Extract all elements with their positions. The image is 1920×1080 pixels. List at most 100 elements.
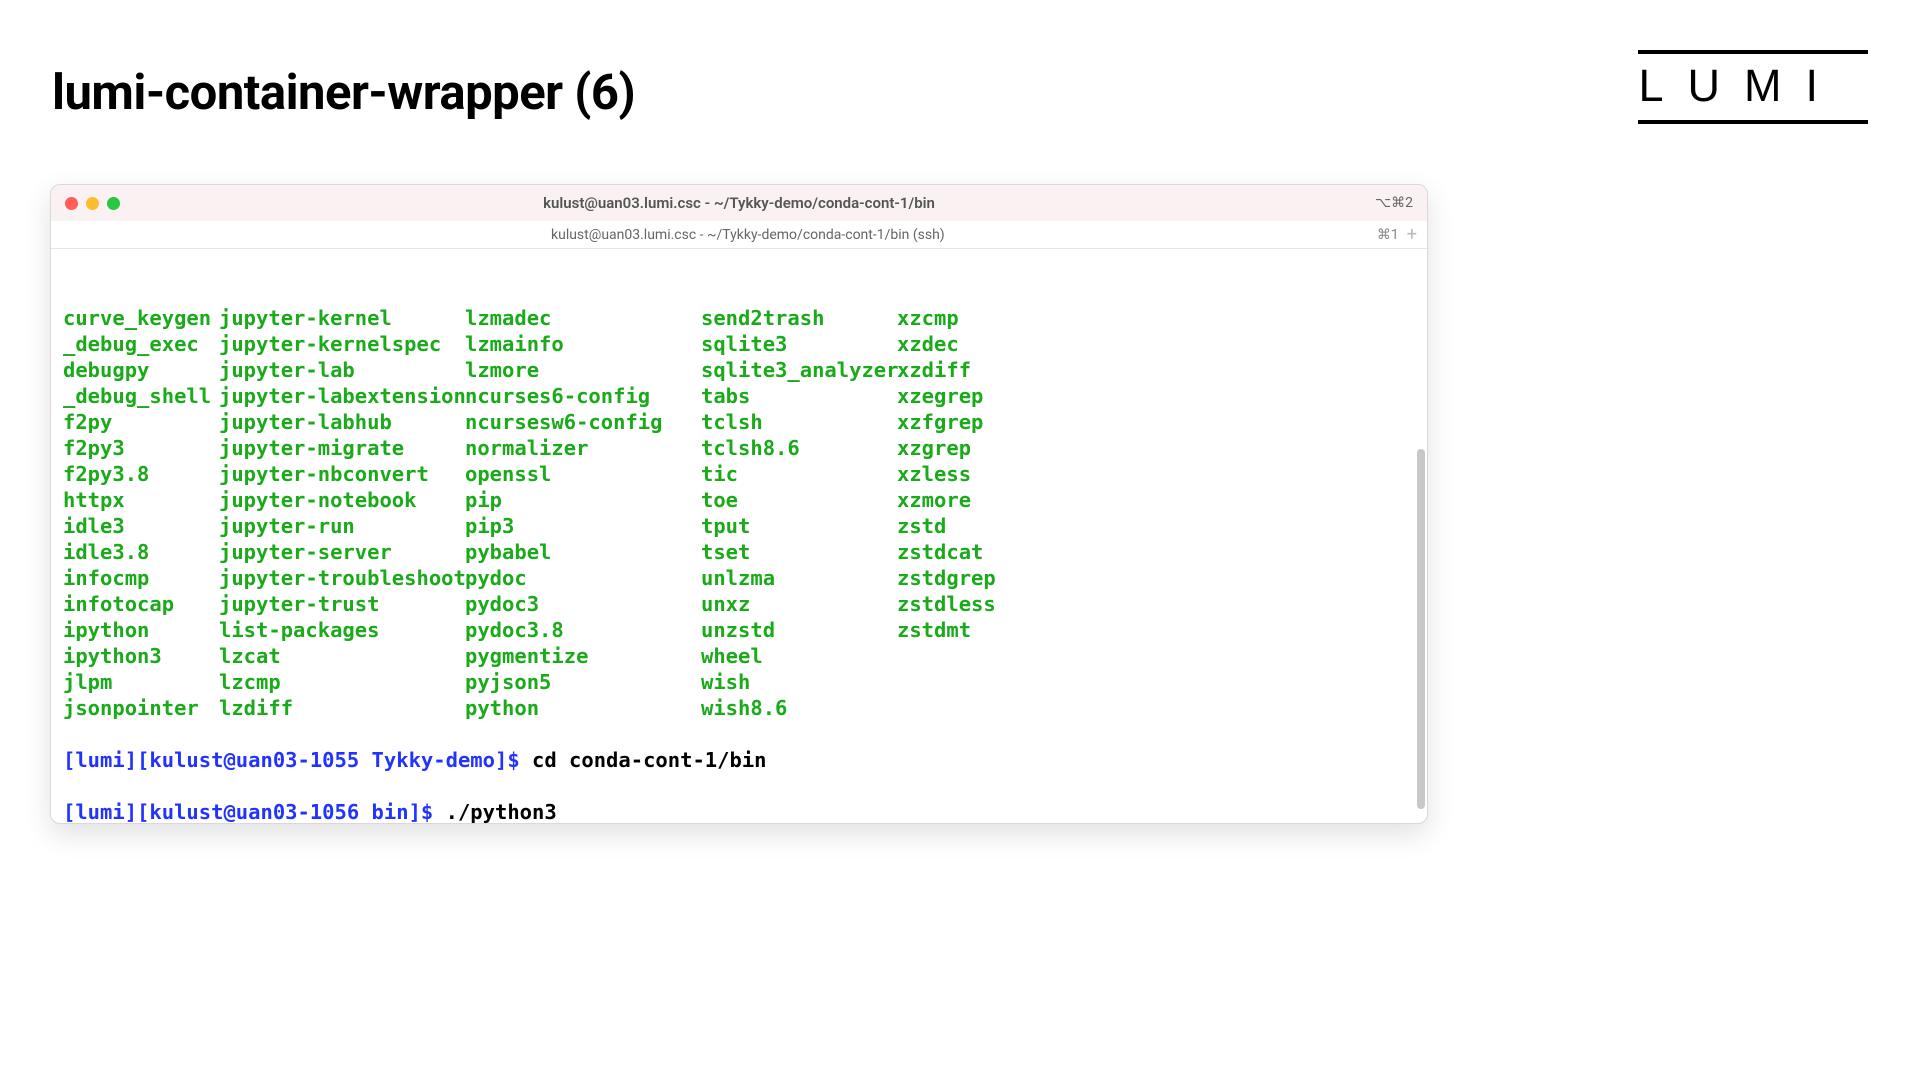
executable-name: jupyter-troubleshoot [219,565,465,591]
executable-name: python [465,695,701,721]
scrollbar[interactable] [1417,449,1425,809]
close-icon[interactable] [65,197,78,210]
executable-name: tabs [701,383,897,409]
executable-name: pip [465,487,701,513]
executable-name: jupyter-kernel [219,305,465,331]
executable-name: jupyter-kernelspec [219,331,465,357]
tab-label: kulust@uan03.lumi.csc - ~/Tykky-demo/con… [551,227,945,243]
executable-name: jsonpointer [63,695,219,721]
executable-name: pydoc [465,565,701,591]
shell-prompt: [lumi][kulust@uan03-1056 bin]$ [63,800,446,823]
executable-name: jupyter-labextension [219,383,465,409]
shell-command: cd conda-cont-1/bin [532,748,767,772]
executable-name: zstd [897,513,1067,539]
window-titlebar: kulust@uan03.lumi.csc - ~/Tykky-demo/con… [51,185,1427,221]
executable-name: normalizer [465,435,701,461]
executable-name: xzdiff [897,357,1067,383]
executable-name: zstdmt [897,617,1067,643]
executable-name: tclsh8.6 [701,435,897,461]
executable-name: xzegrep [897,383,1067,409]
executable-name: lzmore [465,357,701,383]
executable-name: jupyter-lab [219,357,465,383]
executable-name: xzgrep [897,435,1067,461]
executable-name: curve_keygen [63,305,219,331]
lumi-logo: LUMI [1638,60,1842,112]
executable-name: f2py3.8 [63,461,219,487]
executable-name: ncursesw6-config [465,409,701,435]
page-title: lumi-container-wrapper (6) [52,64,635,121]
executable-name: f2py [63,409,219,435]
executable-name: tclsh [701,409,897,435]
terminal-content[interactable]: curve_keygen_debug_execdebugpy_debug_she… [51,249,1427,823]
executable-name: pybabel [465,539,701,565]
window-title: kulust@uan03.lumi.csc - ~/Tykky-demo/con… [51,194,1427,212]
terminal-window: kulust@uan03.lumi.csc - ~/Tykky-demo/con… [50,184,1428,824]
traffic-lights[interactable] [51,197,120,210]
executable-name: lzmadec [465,305,701,331]
ls-column: xzcmpxzdecxzdiffxzegrepxzfgrepxzgrepxzle… [897,305,1067,721]
executable-name: xzless [897,461,1067,487]
executable-name: pygmentize [465,643,701,669]
executable-name: lzcmp [219,669,465,695]
executable-name: ipython [63,617,219,643]
executable-name: wish8.6 [701,695,897,721]
tab-shortcut: ⌘1 [1377,227,1399,243]
executable-name: infotocap [63,591,219,617]
executable-name: pydoc3.8 [465,617,701,643]
executable-name: jupyter-run [219,513,465,539]
executable-name: _debug_shell [63,383,219,409]
executable-name: sqlite3 [701,331,897,357]
executable-name: pip3 [465,513,701,539]
executable-name: unxz [701,591,897,617]
executable-name: jupyter-migrate [219,435,465,461]
executable-name: lzcat [219,643,465,669]
executable-name: jupyter-nbconvert [219,461,465,487]
executable-name: jupyter-server [219,539,465,565]
shell-prompt: [lumi][kulust@uan03-1055 Tykky-demo]$ [63,748,532,772]
executable-name: ipython3 [63,643,219,669]
executable-name: tset [701,539,897,565]
executable-name: f2py3 [63,435,219,461]
executable-name: ncurses6-config [465,383,701,409]
window-shortcut: ⌥⌘2 [1375,195,1413,211]
executable-name: xzmore [897,487,1067,513]
executable-name: idle3 [63,513,219,539]
executable-name: zstdcat [897,539,1067,565]
executable-name: zstdgrep [897,565,1067,591]
executable-name: zstdless [897,591,1067,617]
executable-name: jupyter-notebook [219,487,465,513]
executable-name: toe [701,487,897,513]
executable-name: tput [701,513,897,539]
ls-column: jupyter-kerneljupyter-kernelspecjupyter-… [219,305,465,721]
executable-name: list-packages [219,617,465,643]
new-tab-icon[interactable]: + [1407,224,1417,245]
executable-name: xzfgrep [897,409,1067,435]
executable-name: jupyter-trust [219,591,465,617]
executable-name: lzmainfo [465,331,701,357]
executable-name: infocmp [63,565,219,591]
executable-name: debugpy [63,357,219,383]
minimize-icon[interactable] [86,197,99,210]
executable-name: jupyter-labhub [219,409,465,435]
maximize-icon[interactable] [107,197,120,210]
executable-name: httpx [63,487,219,513]
executable-name: xzcmp [897,305,1067,331]
executable-name: xzdec [897,331,1067,357]
executable-name: send2trash [701,305,897,331]
terminal-tab[interactable]: kulust@uan03.lumi.csc - ~/Tykky-demo/con… [51,221,1427,249]
executable-name: unzstd [701,617,897,643]
executable-name: _debug_exec [63,331,219,357]
ls-output: curve_keygen_debug_execdebugpy_debug_she… [63,305,1419,721]
executable-name: pydoc3 [465,591,701,617]
executable-name: unlzma [701,565,897,591]
executable-name: pyjson5 [465,669,701,695]
shell-command: ./python3 [446,800,557,823]
executable-name: tic [701,461,897,487]
executable-name: jlpm [63,669,219,695]
ls-column: curve_keygen_debug_execdebugpy_debug_she… [63,305,219,721]
executable-name: openssl [465,461,701,487]
ls-column: send2trashsqlite3sqlite3_analyzertabstcl… [701,305,897,721]
executable-name: lzdiff [219,695,465,721]
ls-column: lzmadeclzmainfolzmorencurses6-configncur… [465,305,701,721]
executable-name: sqlite3_analyzer [701,357,897,383]
